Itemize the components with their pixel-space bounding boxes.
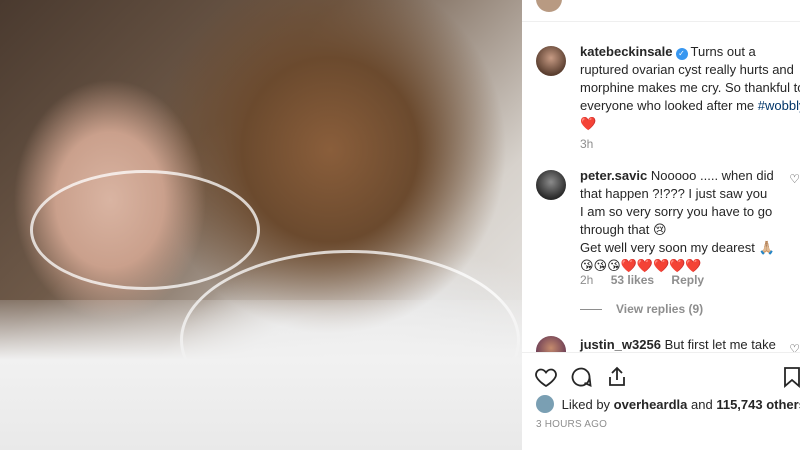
caption-line-3: morphine makes me cry. So thankful to bbox=[580, 80, 800, 95]
comment-username[interactable]: justin_w3256 bbox=[580, 337, 661, 352]
comment-like-icon[interactable]: ♡ bbox=[789, 342, 800, 352]
avatar-peter-savic[interactable] bbox=[536, 170, 566, 200]
oxygen-tube bbox=[30, 170, 260, 290]
caption-time[interactable]: 3h bbox=[580, 137, 593, 151]
comment-bubble-icon[interactable] bbox=[569, 365, 593, 389]
avatar[interactable] bbox=[536, 395, 554, 413]
comment-likes[interactable]: 53 likes bbox=[611, 273, 654, 287]
post-side-panel: katebeckinsale ✓ Turns out a ruptured ovar… bbox=[522, 0, 800, 450]
post-timestamp[interactable]: 3 HOURS AGO bbox=[536, 419, 607, 430]
liked-by: Liked by overheardla and 115,743 others bbox=[536, 395, 800, 413]
comment-like-icon[interactable]: ♡ bbox=[789, 172, 800, 186]
caption-hashtag[interactable]: #wobbly bbox=[758, 98, 800, 113]
caption-emoji: ❤️ bbox=[580, 116, 597, 131]
comment-line-1: But first let me take bbox=[664, 337, 776, 352]
verified-badge-icon: ✓ bbox=[675, 48, 688, 60]
caption-line-2: ruptured ovarian cyst really hurts and bbox=[580, 62, 794, 77]
caption-username[interactable]: katebeckinsale bbox=[580, 44, 673, 59]
post-actions: Liked by overheardla and 115,743 others … bbox=[522, 352, 800, 450]
post-header-strip bbox=[522, 0, 800, 22]
liked-by-and: and bbox=[691, 397, 713, 412]
comment-line-3: I am so very sorry you have to go bbox=[580, 204, 773, 219]
avatar-justin-w3256[interactable] bbox=[536, 336, 566, 352]
liked-by-prefix: Liked by bbox=[561, 397, 611, 412]
avatar-katebeckinsale[interactable] bbox=[536, 46, 566, 76]
post-photo bbox=[0, 0, 522, 450]
liked-by-others[interactable]: 115,743 others bbox=[716, 397, 800, 412]
reply-button[interactable]: Reply bbox=[671, 273, 704, 287]
comments-list[interactable]: katebeckinsale ✓ Turns out a ruptured ovar… bbox=[522, 22, 800, 352]
view-replies-label: View replies (9) bbox=[616, 302, 704, 316]
caption-line-1: Turns out a bbox=[690, 44, 756, 59]
comment-line-4: through that 😢 bbox=[580, 222, 667, 237]
avatar[interactable] bbox=[536, 0, 562, 12]
post-caption: katebeckinsale ✓ Turns out a ruptured ovar… bbox=[580, 43, 800, 133]
comment-line-2: that happen ?!??? I just saw you bbox=[580, 186, 768, 201]
comment-time[interactable]: 2h bbox=[580, 273, 593, 287]
heart-outline-icon[interactable] bbox=[534, 365, 558, 389]
share-icon[interactable] bbox=[605, 365, 629, 389]
comment-justin: justin_w3256 But first let me take bbox=[580, 336, 786, 352]
comment-username[interactable]: peter.savic bbox=[580, 168, 647, 183]
divider bbox=[580, 309, 602, 311]
hospital-gown bbox=[0, 300, 522, 450]
liked-by-user[interactable]: overheardla bbox=[614, 397, 688, 412]
comment-line-1: Nooooo ..... when did bbox=[650, 168, 774, 183]
comment-peter-savic: peter.savic Nooooo ..... when did that h… bbox=[580, 167, 786, 275]
comment-meta: 2h 53 likes Reply bbox=[580, 273, 718, 287]
caption-meta: 3h bbox=[580, 137, 607, 151]
bookmark-icon[interactable] bbox=[780, 365, 800, 389]
caption-line-4: everyone who looked after me bbox=[580, 98, 758, 113]
view-replies-button[interactable]: View replies (9) bbox=[580, 302, 703, 316]
comment-line-5: Get well very soon my dearest 🙏🏼 bbox=[580, 240, 775, 255]
